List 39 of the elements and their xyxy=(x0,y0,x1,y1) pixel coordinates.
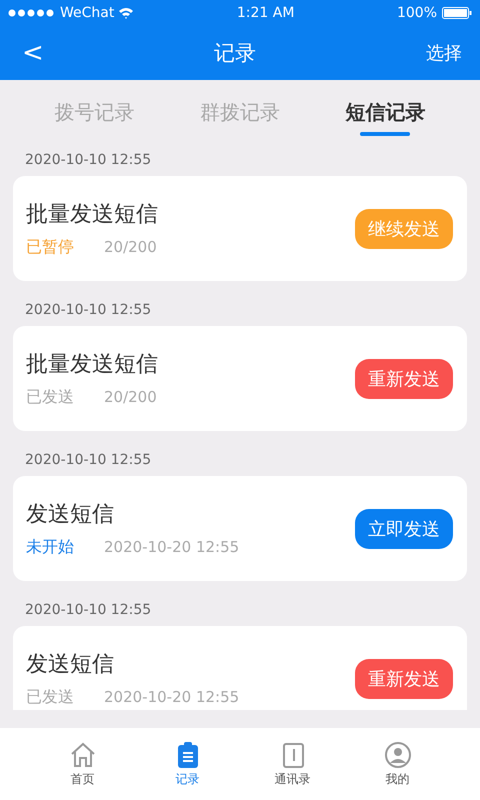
record-status: 已发送 xyxy=(26,387,74,408)
signal-icon xyxy=(8,9,56,17)
clock-time: 1:21 AM xyxy=(236,5,294,21)
record-title: 批量发送短信 xyxy=(26,201,158,229)
record-tab[interactable]: 短信记录 xyxy=(339,90,432,134)
battery-icon xyxy=(442,7,472,19)
record-title: 批量发送短信 xyxy=(26,351,158,379)
person-icon xyxy=(384,740,412,768)
record-status: 已发送 xyxy=(26,687,74,708)
battery-percent: 100% xyxy=(396,5,437,21)
wifi-icon xyxy=(118,7,134,19)
send-action-button[interactable]: 立即发送 xyxy=(355,508,453,548)
back-button[interactable]: < xyxy=(22,38,44,68)
record-date: 2020-10-10 12:55 xyxy=(24,151,152,170)
send-action-button[interactable]: 重新发送 xyxy=(355,358,453,398)
record-meta: 20/200 xyxy=(104,388,157,406)
record-date: 2020-10-10 12:55 xyxy=(24,301,152,320)
record-date: 2020-10-10 12:55 xyxy=(24,601,152,620)
record-date: 2020-10-10 12:55 xyxy=(24,451,152,470)
record-status: 未开始 xyxy=(26,537,74,558)
bottom-tab[interactable]: 记录 xyxy=(152,728,222,800)
record-meta: 2020-10-20 12:55 xyxy=(104,688,240,706)
send-action-button[interactable]: 继续发送 xyxy=(355,208,453,248)
bottom-tab[interactable]: 通讯录 xyxy=(258,728,328,800)
page-title: 记录 xyxy=(214,40,256,67)
select-button[interactable]: 选择 xyxy=(426,41,462,65)
bottom-tab[interactable]: 首页 xyxy=(48,728,118,800)
record-title: 发送短信 xyxy=(26,501,115,529)
record-tab[interactable]: 群拨记录 xyxy=(194,90,286,134)
home-icon xyxy=(68,740,96,768)
send-action-button[interactable]: 重新发送 xyxy=(355,658,453,698)
record-status: 已暂停 xyxy=(26,237,74,258)
carrier-name: WeChat xyxy=(60,5,114,21)
record-tab[interactable]: 拨号记录 xyxy=(48,90,141,134)
record-title: 发送短信 xyxy=(26,651,115,679)
tab-underline xyxy=(360,132,410,136)
bottom-tab[interactable]: 我的 xyxy=(362,728,432,800)
record-meta: 20/200 xyxy=(104,238,157,256)
record-meta: 2020-10-20 12:55 xyxy=(104,538,240,556)
